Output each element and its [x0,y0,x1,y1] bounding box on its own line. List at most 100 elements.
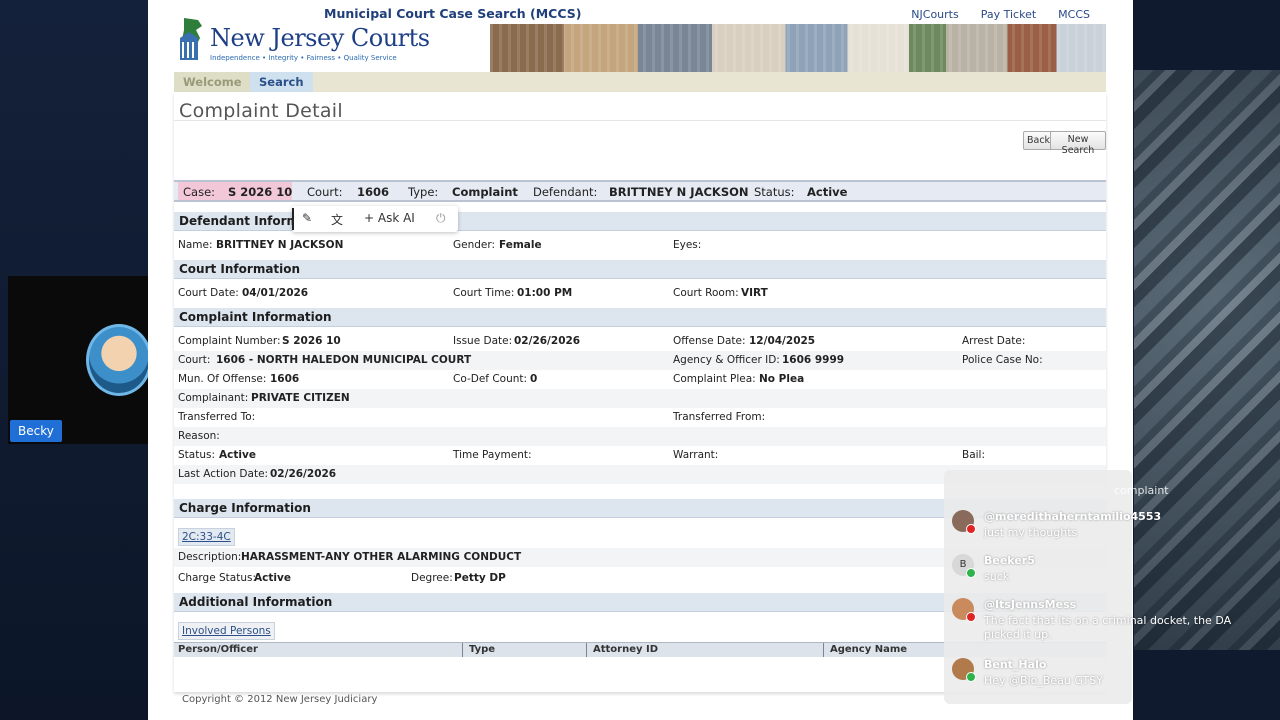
defendant-value: BRITTNEY N JACKSON [609,185,749,199]
case-value: S 2026 10 [228,185,293,199]
site-header: Municipal Court Case Search (MCCS) NJCou… [174,4,1106,72]
complaint-number-value: S 2026 10 [282,335,341,347]
transferred-to-label: Transferred To: [178,411,256,423]
agency-officer-value: 1606 9999 [782,354,845,366]
youtube-badge-icon [966,612,976,622]
court-name-label: Court: [178,354,211,366]
col-type[interactable]: Type [469,644,495,655]
col-divider [823,643,824,657]
footer-copyright: Copyright © 2012 New Jersey Judiciary [182,694,378,705]
nj-courts-logo[interactable]: New Jersey Courts Independence • Integri… [178,14,430,66]
status-value: Active [807,185,848,199]
court-time-label: Court Time: [453,287,515,299]
court-date-value: 04/01/2026 [242,287,309,299]
status-label: Status: [754,185,795,199]
issue-date-value: 02/26/2026 [514,335,581,347]
police-case-label: Police Case No: [962,354,1043,366]
gender-value: Female [499,239,542,251]
charge-status-value: Active [254,572,291,584]
link-njcourts[interactable]: NJCourts [911,8,958,21]
complaint-status-label: Status: [178,449,215,461]
col-agency-name[interactable]: Agency Name [830,644,907,655]
logo-text: New Jersey Courts [210,24,430,52]
type-label: Type: [408,185,439,199]
time-payment-label: Time Payment: [453,449,532,461]
toolbar-cursor-bar [292,208,294,230]
webcam-feed-right [1134,70,1280,650]
bail-label: Bail: [962,449,986,461]
defendant-label: Defendant: [533,185,598,199]
kick-badge-icon [966,672,976,682]
complaint-status-value: Active [219,449,256,461]
complainant-value: PRIVATE CITIZEN [251,392,350,404]
new-search-button[interactable]: New Search [1050,131,1106,156]
eyes-label: Eyes: [673,239,702,251]
mun-offense-value: 1606 [270,373,300,385]
complaint-row-1: Complaint Number: S 2026 10 Issue Date: … [174,332,1106,351]
court-date-label: Court Date: [178,287,239,299]
degree-value: Petty DP [454,572,506,584]
court-value: 1606 [357,185,390,199]
codef-count-value: 0 [530,373,538,385]
issue-date-label: Issue Date: [453,335,513,347]
complaint-row-2: Court: 1606 - NORTH HALEDON MUNICIPAL CO… [174,351,1106,370]
transferred-from-label: Transferred From: [673,411,766,423]
name-label: Name: [178,239,213,251]
kick-badge-icon [966,568,976,578]
chat-text: Hey @Bio_Beau GTSY [984,674,1103,687]
complaint-row-5: Transferred To: Transferred From: [174,408,1106,427]
offense-date-value: 12/04/2025 [749,335,816,347]
complaint-row-4: Complainant: PRIVATE CITIZEN [174,389,1106,408]
col-attorney-id[interactable]: Attorney ID [593,644,658,655]
chat-text: just my thoughts [984,526,1078,539]
court-name-value: 1606 - NORTH HALEDON MUNICIPAL COURT [216,354,472,366]
link-pay-ticket[interactable]: Pay Ticket [981,8,1036,21]
chat-username: @meredithaherntamilio4553 [984,510,1162,523]
charge-status-label: Charge Status: [178,572,257,584]
last-action-label: Last Action Date: [178,468,269,480]
degree-label: Degree: [411,572,453,584]
complaint-plea-value: No Plea [759,373,805,385]
highlighter-icon[interactable]: ✎ [302,211,312,225]
presenter-avatar [86,324,152,396]
last-action-value: 02/26/2026 [270,468,337,480]
page-title: Complaint Detail [179,100,343,122]
stream-chat-overlay: complaint @meredithaherntamilio4553 just… [944,470,1231,704]
court-time-value: 01:00 PM [517,287,573,299]
complaint-number-label: Complaint Number: [178,335,281,347]
courthouse-photo-banner [490,24,1106,72]
header-links: NJCourts Pay Ticket MCCS [911,8,1090,21]
link-mccs[interactable]: MCCS [1058,8,1090,21]
arrest-date-label: Arrest Date: [962,335,1026,347]
complaint-row-7: Status: Active Time Payment: Warrant: Ba… [174,446,1106,465]
chat-username: Bent_Halo [984,658,1047,671]
warrant-label: Warrant: [673,449,719,461]
type-value: Complaint [452,185,518,199]
court-label: Court: [307,185,343,199]
ask-ai-label: Ask AI [377,211,415,225]
complaint-row-6: Reason: [174,427,1106,446]
statute-link[interactable]: 2C:33-4C [178,528,235,546]
col-person-officer[interactable]: Person/Officer [178,644,258,655]
power-icon[interactable]: ⏻ [436,211,446,226]
tab-search[interactable]: Search [250,72,313,92]
description-value: HARASSMENT-ANY OTHER ALARMING CONDUCT [241,551,522,563]
description-label: Description: [178,551,242,563]
reason-label: Reason: [178,430,220,442]
name-value: BRITTNEY N JACKSON [216,239,344,251]
ask-ai-button[interactable]: + Ask AI [364,211,415,225]
tab-welcome[interactable]: Welcome [174,72,251,92]
gender-label: Gender: [453,239,496,251]
section-court: Court Information [174,260,1106,279]
involved-persons-button[interactable]: Involved Persons [178,622,275,640]
offense-date-label: Offense Date: [673,335,746,347]
complaint-plea-label: Complaint Plea: [673,373,756,385]
chat-text: suck [984,570,1010,583]
complainant-label: Complainant: [178,392,249,404]
ai-selection-toolbar: ✎ 文 + Ask AI ⏻ [292,206,458,232]
translate-icon[interactable]: 文 [331,211,343,228]
defendant-row: Name: BRITTNEY N JACKSON Gender: Female … [174,236,1106,255]
main-nav: Welcome Search [174,72,1106,92]
chat-faded-message: complaint [1114,484,1169,497]
court-room-value: VIRT [741,287,768,299]
